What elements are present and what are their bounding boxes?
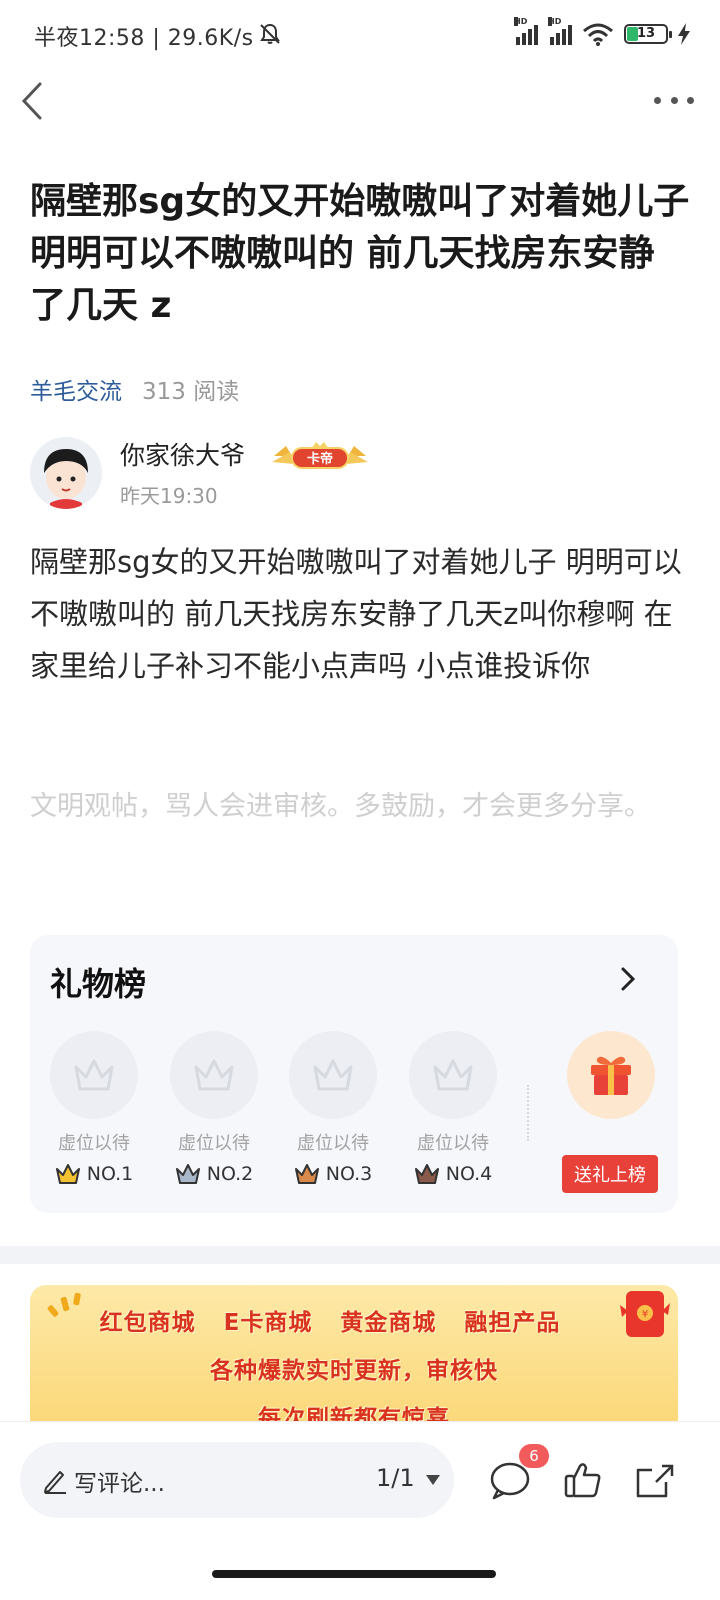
post-time: 昨天19:30 <box>120 484 218 508</box>
gift-slot[interactable]: 虚位以待 NO.4 <box>409 1031 497 1185</box>
slot-rank: NO.4 <box>445 1163 493 1185</box>
more-options-icon[interactable] <box>654 88 694 112</box>
red-envelope-mascot-icon: ¥ <box>620 1291 670 1337</box>
promo-banner[interactable]: 红包商城 E卡商城 黄金商城 融担产品 各种爆款实时更新，审核快 每次刷新都有惊… <box>30 1285 678 1421</box>
banner-categories: 红包商城 E卡商城 黄金商城 融担产品 <box>30 1303 678 1337</box>
banner-category: 红包商城 <box>99 1310 196 1336</box>
svg-text:¥: ¥ <box>642 1309 648 1320</box>
back-icon[interactable] <box>18 80 58 122</box>
banner-category: E卡商城 <box>223 1310 313 1336</box>
wifi-icon <box>583 23 613 46</box>
read-count: 313 阅读 <box>142 379 240 405</box>
signal-icon: HD <box>514 17 538 45</box>
post-meta: 羊毛交流 313 阅读 <box>30 372 239 406</box>
crown-silver-icon <box>175 1164 200 1184</box>
charging-icon <box>678 23 690 45</box>
slot-rank: NO.1 <box>86 1163 134 1185</box>
slot-rank: NO.2 <box>206 1163 254 1185</box>
share-icon[interactable] <box>632 1458 676 1502</box>
slot-rank: NO.3 <box>325 1163 373 1185</box>
gift-board: 礼物榜 虚位以待 NO.1 虚位以待 NO.2 虚位以待 NO.3 虚位以待 N… <box>30 935 678 1213</box>
crown-bronze-icon <box>294 1164 319 1184</box>
forum-link[interactable]: 羊毛交流 <box>30 372 122 406</box>
battery-icon: 13 <box>624 24 672 44</box>
post-body: 隔壁那sg女的又开始嗷嗷叫了对着她儿子 明明可以不嗷嗷叫的 前几天找房东安静了几… <box>30 545 682 683</box>
gift-slot[interactable]: 虚位以待 NO.1 <box>50 1031 138 1185</box>
like-icon[interactable] <box>562 1458 606 1502</box>
crown-gold-icon <box>55 1164 80 1184</box>
comment-placeholder: 写评论... <box>74 1471 165 1497</box>
gift-box-icon[interactable] <box>567 1031 655 1119</box>
author-name[interactable]: 你家徐大爷 <box>120 436 245 472</box>
section-divider <box>0 1246 720 1264</box>
home-indicator[interactable] <box>212 1570 496 1578</box>
banner-tagline: 各种爆款实时更新，审核快 <box>210 1358 498 1384</box>
caret-down-icon[interactable] <box>425 1474 441 1486</box>
empty-slot-crown-icon <box>289 1031 377 1119</box>
banner-category: 黄金商城 <box>340 1310 437 1336</box>
signal-icon: HD <box>548 17 572 45</box>
slot-label: 虚位以待 <box>178 1133 250 1154</box>
slot-label: 虚位以待 <box>417 1133 489 1154</box>
avatar[interactable] <box>30 437 102 509</box>
crown-dark-icon <box>414 1164 439 1184</box>
slot-label: 虚位以待 <box>297 1133 369 1154</box>
rank-badge: 卡帝 <box>270 440 370 472</box>
svg-text:卡帝: 卡帝 <box>307 451 333 467</box>
send-gift-button[interactable]: 送礼上榜 <box>562 1155 658 1193</box>
status-bar: 半夜12:58 | 29.6K/s HD HD 13 <box>0 0 720 68</box>
slot-label: 虚位以待 <box>58 1133 130 1154</box>
gift-slot[interactable]: 虚位以待 NO.2 <box>170 1031 258 1185</box>
empty-slot-crown-icon <box>409 1031 497 1119</box>
gift-board-title: 礼物榜 <box>50 965 147 1003</box>
gift-slot[interactable]: 虚位以待 NO.3 <box>289 1031 377 1185</box>
nav-bar <box>0 68 720 134</box>
comment-input[interactable]: 写评论... 1/1 <box>20 1442 454 1518</box>
empty-slot-crown-icon <box>170 1031 258 1119</box>
comment-count-badge: 6 <box>519 1444 549 1468</box>
chevron-right-icon[interactable] <box>618 965 638 993</box>
bottom-bar: 写评论... 1/1 6 <box>0 1421 720 1600</box>
civility-note: 文明观帖，骂人会进审核。多鼓励，才会更多分享。 <box>30 791 651 822</box>
banner-category: 融担产品 <box>464 1310 561 1336</box>
page-indicator[interactable]: 1/1 <box>376 1464 415 1492</box>
post-title: 隔壁那sg女的又开始嗷嗷叫了对着她儿子 明明可以不嗷嗷叫的 前几天找房东安静了几… <box>30 181 690 326</box>
status-time-speed: 半夜12:58 | 29.6K/s <box>34 26 254 51</box>
pen-icon <box>44 1471 66 1494</box>
mute-bell-icon <box>260 23 280 44</box>
banner-tagline-partial: 每次刷新都有惊喜 <box>258 1406 450 1421</box>
divider <box>527 1085 529 1141</box>
empty-slot-crown-icon <box>50 1031 138 1119</box>
